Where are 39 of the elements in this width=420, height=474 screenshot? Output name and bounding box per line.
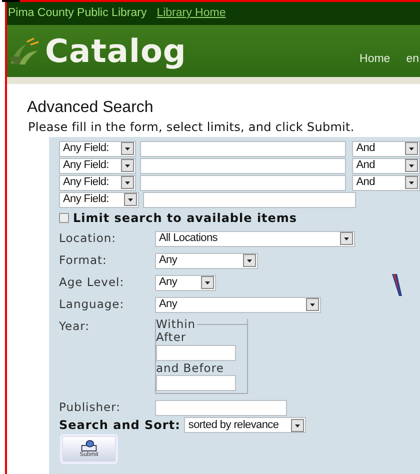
field-dropdown[interactable]: Any Field: xyxy=(59,174,136,191)
search-term-field[interactable] xyxy=(140,174,346,191)
field-dropdown[interactable]: Any Field: xyxy=(59,140,136,157)
page-title: Advanced Search xyxy=(27,98,154,118)
operator-dropdown[interactable]: And xyxy=(352,140,420,157)
publisher-field[interactable] xyxy=(155,400,287,416)
sort-label: Search and Sort: xyxy=(59,418,180,432)
limit-dropdown[interactable]: Any xyxy=(155,274,216,291)
library-name: Pima County Public Library xyxy=(8,6,147,21)
limit-available-label: Limit search to available items xyxy=(73,210,298,225)
tray-icon xyxy=(80,439,98,452)
after-year-field[interactable] xyxy=(156,344,236,361)
field-dropdown[interactable]: Any Field: xyxy=(59,192,139,208)
nav-link[interactable]: en xyxy=(406,51,419,69)
nav-link[interactable]: Home xyxy=(360,51,390,69)
limit-checkbox[interactable] xyxy=(59,212,69,223)
after-label: After xyxy=(156,330,188,345)
search-term-field[interactable] xyxy=(140,158,346,174)
range-legend: Within xyxy=(156,318,196,330)
catalog-title: Catalog xyxy=(45,35,186,67)
field-dropdown[interactable]: Any Field: xyxy=(59,158,136,174)
search-term-field[interactable] xyxy=(140,140,346,157)
sort-dropdown[interactable]: sorted by relevance xyxy=(184,417,306,434)
operator-dropdown[interactable]: And xyxy=(352,174,420,191)
before-year-field[interactable] xyxy=(156,375,236,392)
before-label: and Before xyxy=(156,360,225,376)
limit-dropdown[interactable]: Any xyxy=(155,252,258,269)
limit-dropdown[interactable]: Any xyxy=(155,296,321,313)
limit-label: Location: xyxy=(59,230,118,246)
limit-label: Publisher: xyxy=(59,400,122,415)
instructions-text: Please fill in the form, select limits, and click Submit. xyxy=(28,120,356,135)
limit-dropdown[interactable]: All Locations xyxy=(155,230,355,247)
search-term-field[interactable] xyxy=(143,192,356,208)
limit-label: Age Level: xyxy=(59,274,126,290)
limit-label: Format: xyxy=(59,252,108,268)
limit-label: Language: xyxy=(59,296,126,312)
library-home-link[interactable]: Library Home xyxy=(156,4,226,22)
limit-label: Year: xyxy=(59,318,91,334)
operator-dropdown[interactable]: And xyxy=(352,158,420,174)
